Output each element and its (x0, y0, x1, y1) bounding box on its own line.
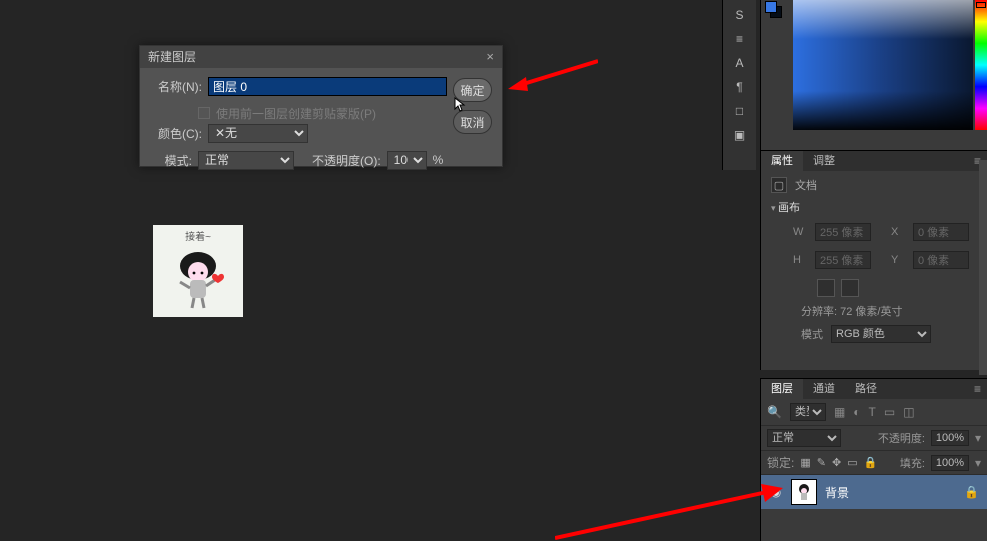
foreground-background-swatch[interactable] (761, 0, 790, 20)
cancel-button[interactable]: 取消 (453, 110, 492, 134)
lock-label: 锁定: (767, 454, 794, 471)
dialog-titlebar[interactable]: 新建图层 × (140, 46, 502, 68)
lock-artboard-icon[interactable]: ▭ (847, 456, 857, 469)
color-panel (760, 0, 987, 150)
clip-mask-label: 使用前一图层创建剪贴蒙版(P) (216, 105, 376, 122)
fill-field[interactable] (931, 455, 969, 471)
tab-paths[interactable]: 路径 (845, 379, 887, 399)
hue-slider[interactable] (975, 0, 987, 130)
layer-color-select[interactable]: ✕无 (208, 124, 308, 143)
portrait-icon[interactable] (817, 279, 835, 297)
filter-shape-icon[interactable]: ▭ (884, 405, 895, 419)
close-icon[interactable]: × (486, 46, 494, 68)
layer-name[interactable]: 背景 (825, 484, 956, 501)
x-label: X (891, 226, 905, 238)
thumb-caption: 接着~ (185, 228, 211, 243)
opacity-select[interactable]: 100 (387, 151, 427, 170)
layer-opacity-field[interactable] (931, 430, 969, 446)
opacity-label: 不透明度(O): (312, 152, 387, 169)
canvas-image[interactable]: 接着~ (153, 225, 243, 317)
lock-pixel-icon[interactable]: ✎ (817, 456, 826, 469)
libraries-icon[interactable]: ▣ (729, 126, 751, 144)
chevron-down-icon[interactable]: ▾ (975, 456, 981, 470)
tab-properties[interactable]: 属性 (761, 151, 803, 171)
visibility-icon[interactable]: ◉ (769, 485, 783, 499)
color-mode-label: 模式 (801, 326, 823, 342)
w-label: W (793, 226, 807, 238)
collapsed-panel-strip: S ≡ A ¶ □ ▣ (722, 0, 756, 170)
character-figure (168, 248, 228, 312)
paragraph-icon[interactable]: ≡ (729, 30, 751, 48)
filter-smart-icon[interactable]: ◫ (903, 405, 914, 419)
hue-indicator (976, 2, 986, 8)
tab-adjustments[interactable]: 调整 (803, 151, 845, 171)
lock-icon[interactable]: 🔒 (864, 456, 878, 469)
percent-label: % (433, 153, 444, 167)
filter-icons[interactable]: ▦ ◐ T ▭ ◫ (834, 405, 915, 419)
annotation-arrow-layer (555, 470, 785, 540)
filter-type-icon[interactable]: T (869, 405, 876, 419)
y-field[interactable] (913, 251, 969, 269)
lock-all-icon[interactable]: ▦ (800, 456, 810, 469)
chevron-down-icon[interactable]: ▾ (975, 431, 981, 445)
properties-panel: 属性 调整 ≡ ▢ 文档 画布 ⇅ W X H Y (760, 150, 987, 370)
layer-blend-select[interactable]: 正常 (767, 429, 841, 447)
annotation-arrow-ok (508, 55, 598, 97)
filter-pixel-icon[interactable]: ▦ (834, 405, 845, 419)
name-label: 名称(N): (150, 78, 208, 95)
tab-channels[interactable]: 通道 (803, 379, 845, 399)
layer-opacity-label: 不透明度: (878, 430, 925, 446)
character-icon[interactable]: A (729, 54, 751, 72)
document-label: 文档 (795, 177, 817, 193)
layer-thumbnail[interactable] (791, 479, 817, 505)
layers-panel: 图层 通道 路径 ≡ 🔍 类型 ▦ ◐ T ▭ ◫ 正常 不透明度: ▾ 锁定:… (760, 378, 987, 541)
landscape-icon[interactable] (841, 279, 859, 297)
layers-menu-icon[interactable]: ≡ (968, 379, 987, 399)
width-field[interactable] (815, 223, 871, 241)
new-layer-dialog: 新建图层 × 名称(N): 使用前一图层创建剪贴蒙版(P) 颜色(C): ✕无 … (139, 45, 503, 167)
panel-scrollbar[interactable] (979, 160, 987, 375)
search-icon[interactable]: 🔍 (767, 405, 782, 419)
mode-label: 模式: (150, 152, 198, 169)
ok-button[interactable]: 确定 (453, 78, 492, 102)
height-field[interactable] (815, 251, 871, 269)
filter-adjust-icon[interactable]: ◐ (853, 405, 860, 419)
resolution-label: 分辨率: 72 像素/英寸 (801, 303, 902, 319)
clip-mask-checkbox[interactable] (198, 107, 210, 119)
filter-kind-select[interactable]: 类型 (790, 403, 826, 421)
dialog-title: 新建图层 (148, 46, 196, 68)
h-label: H (793, 254, 807, 266)
lock-position-icon[interactable]: ✥ (832, 456, 841, 469)
fg-swatch[interactable] (765, 1, 777, 13)
blend-mode-select[interactable]: 正常 (198, 151, 294, 170)
color-spectrum[interactable] (793, 0, 973, 130)
layer-lock-icon[interactable]: 🔒 (964, 485, 979, 499)
color-label: 颜色(C): (150, 125, 208, 142)
swatches-icon[interactable]: □ (729, 102, 751, 120)
styles-icon[interactable]: S (729, 6, 751, 24)
color-mode-select[interactable]: RGB 颜色 (831, 325, 931, 343)
tab-layers[interactable]: 图层 (761, 379, 803, 399)
glyph-icon[interactable]: ¶ (729, 78, 751, 96)
y-label: Y (891, 254, 905, 266)
layer-name-input[interactable] (208, 77, 447, 96)
canvas-section[interactable]: 画布 (771, 199, 977, 215)
layer-row-background[interactable]: ◉ 背景 🔒 (761, 475, 987, 509)
x-field[interactable] (913, 223, 969, 241)
document-icon: ▢ (771, 177, 787, 193)
fill-label: 填充: (900, 455, 925, 471)
